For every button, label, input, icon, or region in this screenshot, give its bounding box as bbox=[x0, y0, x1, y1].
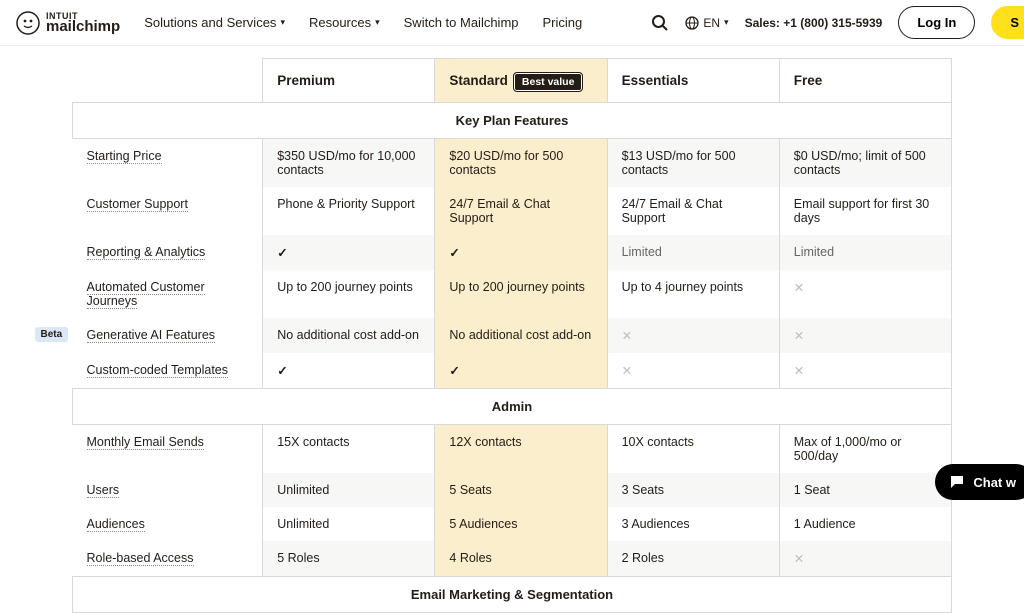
best-value-badge: Best value bbox=[514, 73, 583, 91]
nav-solutions[interactable]: Solutions and Services▾ bbox=[144, 15, 285, 30]
feature-label[interactable]: Role-based Access bbox=[87, 551, 194, 566]
sales-phone[interactable]: Sales: +1 (800) 315-5939 bbox=[745, 16, 883, 30]
globe-icon bbox=[685, 16, 699, 30]
feature-label[interactable]: Automated Customer Journeys bbox=[87, 280, 205, 309]
row-starting-price: Starting Price $350 USD/mo for 10,000 co… bbox=[73, 139, 952, 188]
feature-label[interactable]: Users bbox=[87, 483, 120, 498]
language-selector[interactable]: EN▾ bbox=[685, 16, 728, 30]
logo[interactable]: INTUIT mailchimp bbox=[16, 11, 120, 35]
row-reporting: Reporting & Analytics Limited Limited bbox=[73, 235, 952, 270]
x-icon bbox=[794, 552, 804, 566]
nav-switch[interactable]: Switch to Mailchimp bbox=[404, 15, 519, 30]
plan-free: Free bbox=[779, 59, 951, 103]
logo-wordmark: INTUIT mailchimp bbox=[46, 12, 120, 34]
section-admin: Admin bbox=[73, 389, 952, 425]
section-segmentation: Email Marketing & Segmentation bbox=[73, 577, 952, 613]
check-icon bbox=[449, 364, 459, 378]
feature-label[interactable]: Generative AI Features bbox=[87, 328, 216, 343]
chat-widget[interactable]: Chat w bbox=[935, 464, 1024, 500]
feature-label[interactable]: Customer Support bbox=[87, 197, 188, 212]
row-genai: BetaGenerative AI Features No additional… bbox=[73, 318, 952, 353]
check-icon bbox=[277, 364, 287, 378]
check-icon bbox=[277, 246, 287, 260]
feature-label[interactable]: Monthly Email Sends bbox=[87, 435, 204, 450]
chat-icon bbox=[949, 474, 965, 490]
signup-button[interactable]: S bbox=[991, 6, 1024, 39]
beta-badge: Beta bbox=[35, 327, 69, 342]
logo-mailchimp: mailchimp bbox=[46, 20, 120, 34]
chevron-down-icon: ▾ bbox=[724, 17, 729, 28]
feature-label[interactable]: Custom-coded Templates bbox=[87, 363, 229, 378]
plan-header-row: Premium StandardBest value Essentials Fr… bbox=[73, 59, 952, 103]
x-icon bbox=[622, 329, 632, 343]
header-right: EN▾ Sales: +1 (800) 315-5939 Log In S bbox=[651, 6, 1008, 39]
row-roles: Role-based Access 5 Roles 4 Roles 2 Role… bbox=[73, 541, 952, 577]
plan-essentials: Essentials bbox=[607, 59, 779, 103]
row-audiences: Audiences Unlimited 5 Audiences 3 Audien… bbox=[73, 507, 952, 541]
section-key-features: Key Plan Features bbox=[73, 103, 952, 139]
x-icon bbox=[622, 364, 632, 378]
login-button[interactable]: Log In bbox=[898, 6, 975, 39]
feature-label[interactable]: Audiences bbox=[87, 517, 145, 532]
x-icon bbox=[794, 281, 804, 295]
chevron-down-icon: ▾ bbox=[280, 17, 285, 28]
row-customer-support: Customer Support Phone & Priority Suppor… bbox=[73, 187, 952, 235]
plan-standard: StandardBest value bbox=[435, 59, 607, 103]
freddie-icon bbox=[16, 11, 40, 35]
row-templates: Custom-coded Templates bbox=[73, 353, 952, 389]
site-header: INTUIT mailchimp Solutions and Services▾… bbox=[0, 0, 1024, 46]
check-icon bbox=[449, 246, 459, 260]
row-journeys: Automated Customer Journeys Up to 200 jo… bbox=[73, 270, 952, 318]
row-sends: Monthly Email Sends 15X contacts 12X con… bbox=[73, 425, 952, 474]
chevron-down-icon: ▾ bbox=[375, 17, 380, 28]
main-nav: Solutions and Services▾ Resources▾ Switc… bbox=[144, 15, 582, 30]
feature-label[interactable]: Reporting & Analytics bbox=[87, 245, 206, 260]
plan-premium: Premium bbox=[263, 59, 435, 103]
x-icon bbox=[794, 329, 804, 343]
search-icon[interactable] bbox=[651, 14, 669, 32]
row-users: Users Unlimited 5 Seats 3 Seats 1 Seat bbox=[73, 473, 952, 507]
pricing-table: Premium StandardBest value Essentials Fr… bbox=[0, 46, 1024, 613]
nav-resources[interactable]: Resources▾ bbox=[309, 15, 380, 30]
x-icon bbox=[794, 364, 804, 378]
feature-label[interactable]: Starting Price bbox=[87, 149, 162, 164]
nav-pricing[interactable]: Pricing bbox=[543, 15, 583, 30]
